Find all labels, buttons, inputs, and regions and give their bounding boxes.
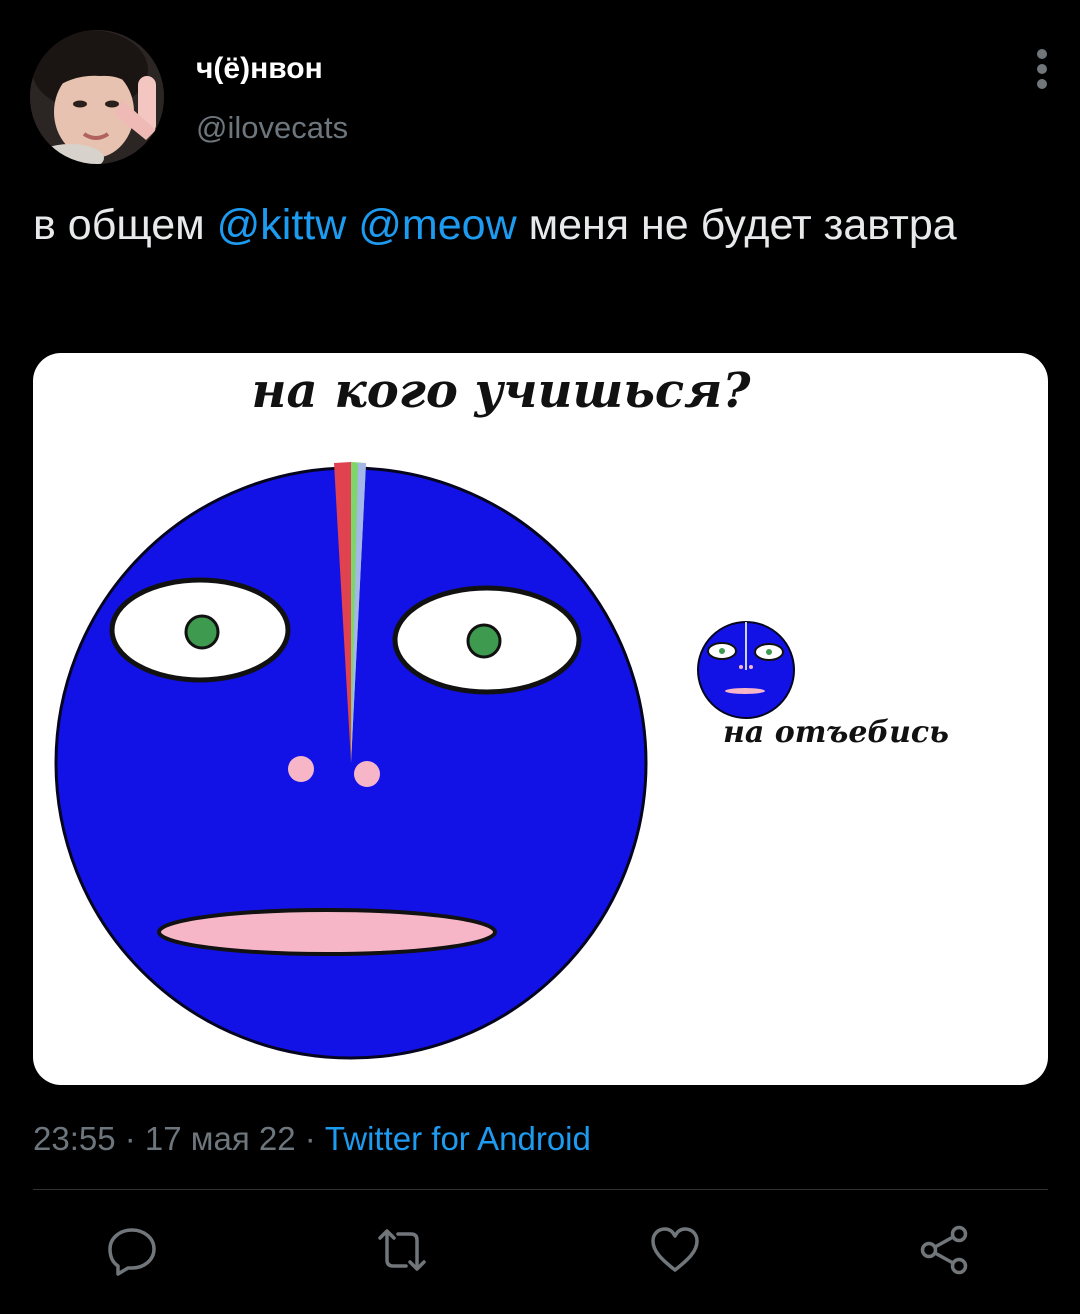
display-name[interactable]: ч(ё)нвон bbox=[196, 52, 323, 86]
meta-separator: · bbox=[115, 1120, 145, 1157]
retweet-icon bbox=[378, 1229, 426, 1271]
user-handle[interactable]: @ilovecats bbox=[196, 110, 348, 146]
tweet-text-space bbox=[346, 201, 358, 249]
tweet-date: 17 мая 22 bbox=[144, 1120, 296, 1157]
reply-button[interactable] bbox=[106, 1224, 158, 1276]
more-vertical-icon bbox=[1037, 49, 1047, 89]
retweet-button[interactable] bbox=[376, 1224, 428, 1276]
tweet-media-image[interactable]: на кого учишься? на отъебись bbox=[33, 353, 1048, 1085]
meme-caption: на отъебись bbox=[723, 715, 949, 750]
tweet-text-prefix: в общем bbox=[33, 201, 217, 249]
divider bbox=[33, 1189, 1048, 1190]
share-icon bbox=[920, 1225, 968, 1275]
like-button[interactable] bbox=[649, 1224, 701, 1276]
tweet-time: 23:55 bbox=[33, 1120, 116, 1157]
mention-link[interactable]: @meow bbox=[358, 201, 516, 249]
share-button[interactable] bbox=[918, 1224, 970, 1276]
avatar[interactable] bbox=[30, 30, 164, 164]
tweet-text-suffix: меня не будет завтра bbox=[516, 201, 957, 249]
meme-title: на кого учишься? bbox=[251, 363, 751, 419]
meta-separator: · bbox=[295, 1120, 325, 1157]
tweet-meta: 23:55 · 17 мая 22 · Twitter for Android bbox=[33, 1120, 591, 1158]
mention-link[interactable]: @kittw bbox=[217, 201, 347, 249]
more-options-button[interactable] bbox=[1024, 46, 1060, 92]
reply-icon bbox=[108, 1228, 156, 1276]
heart-icon bbox=[651, 1227, 699, 1272]
tweet-source-link[interactable]: Twitter for Android bbox=[325, 1120, 591, 1157]
tweet-text: в общем @kittw @meow меня не будет завтр… bbox=[33, 197, 1043, 254]
